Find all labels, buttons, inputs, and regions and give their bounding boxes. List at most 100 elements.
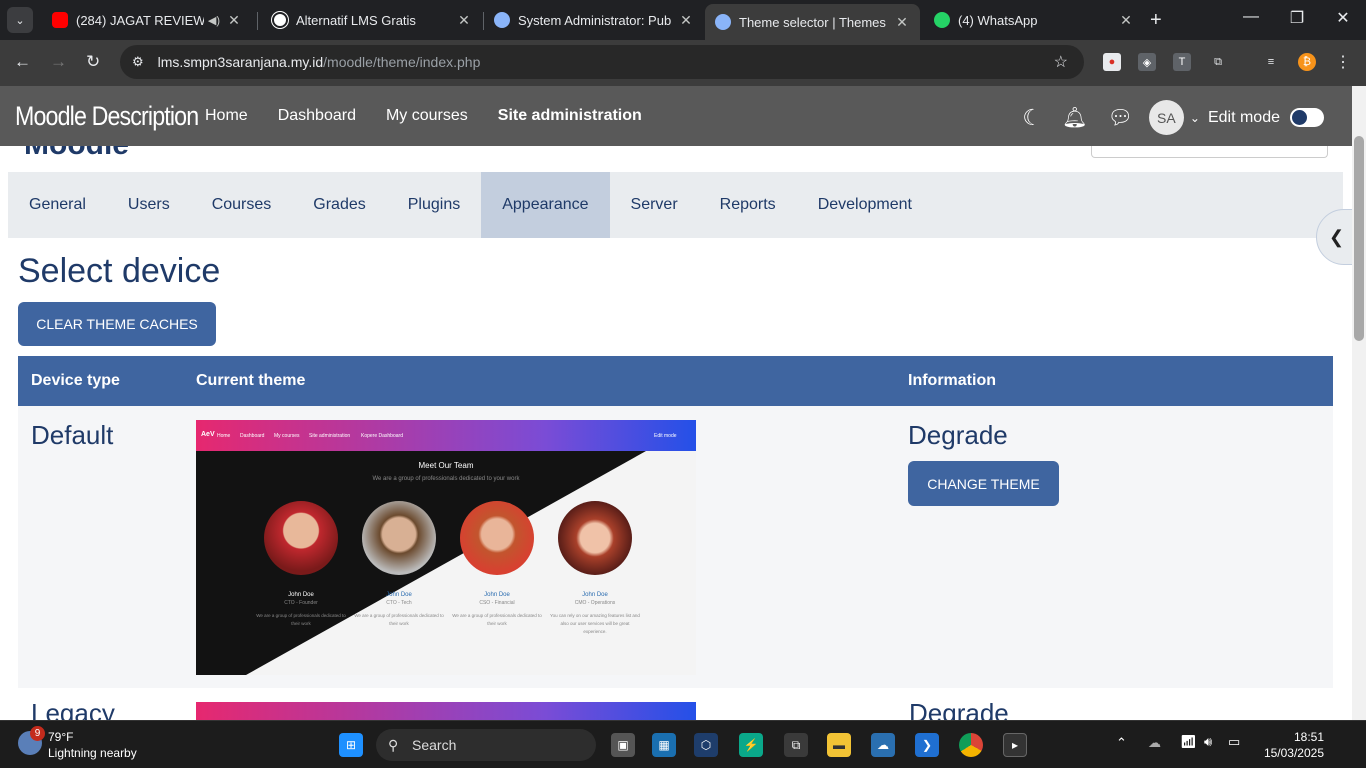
close-icon[interactable]: ✕ [894,14,910,31]
browser-toolbar: ← → ↻ ⚙ lms.smpn3saranjana.my.id/moodle/… [0,40,1366,86]
edit-mode-toggle[interactable] [1290,108,1324,127]
team-member-desc: You can rely on our amazing features lis… [550,613,640,634]
messages-icon[interactable]: 💬︎ [1108,105,1133,130]
volume-icon[interactable]: 🔊︎ [1204,734,1212,750]
page-scrollbar[interactable] [1352,86,1366,720]
moodle-navbar: Moodle Description Home Dashboard My cou… [0,86,1352,146]
thumb-nav-item: Site administration [309,433,351,439]
tab-title: Alternatif LMS Gratis [296,12,416,28]
tab-lms[interactable]: Alternatif LMS Gratis ✕ [262,4,482,36]
new-tab-button[interactable]: + [1150,9,1162,32]
admin-search-partial[interactable] [1091,146,1328,158]
thumb-logo: AeV [201,431,215,438]
cube-app-icon[interactable]: ⬡ [694,733,718,757]
tab-development[interactable]: Development [797,172,933,238]
speaker-icon[interactable]: ◀) [208,14,220,27]
back-icon[interactable]: ← [14,52,31,72]
bitcoin-extension-icon[interactable]: ₿ [1298,53,1316,71]
taskbar-search[interactable]: ⚲ Search [376,729,596,761]
clear-theme-caches-button[interactable]: CLEAR THEME CACHES [18,302,216,346]
chevron-down-icon[interactable]: ⌄ [1190,111,1200,125]
browser-menu-icon[interactable]: ⋮ [1334,53,1352,71]
openai-icon [272,12,288,28]
navbar-right: ☾ 🔔︎ 💬︎ SA ⌄ Edit mode [1022,100,1324,135]
cloud-app-icon[interactable]: ☁ [871,733,895,757]
nav-site-administration[interactable]: Site administration [498,107,642,125]
team-photo [460,501,534,575]
thumb-nav-item: Kopere Dashboard [361,433,403,439]
tab-theme-selector[interactable]: Theme selector | Themes | A ✕ [705,4,920,40]
battery-icon[interactable]: ▭ [1228,734,1240,750]
chevron-up-icon[interactable]: ⌃ [1116,735,1127,751]
url-host: lms.smpn3saranjana.my.id [157,54,324,70]
extension-t-icon[interactable]: T [1173,53,1191,71]
vscode-icon[interactable]: ❯ [915,733,939,757]
nav-home[interactable]: Home [205,107,248,125]
chrome-icon[interactable] [959,733,983,757]
browser-tab-strip: ⌄ (284) JAGAT REVIEW BER ◀) ✕ Alternatif… [0,0,1366,40]
tab-server[interactable]: Server [610,172,699,238]
extension-adblock-icon[interactable]: ● [1103,53,1121,71]
table-row: Default AeV Home Dashboard My courses Si… [18,406,1333,688]
bookmark-star-icon[interactable]: ☆ [1054,52,1068,72]
tab-general[interactable]: General [8,172,107,238]
start-windows-icon[interactable]: ⊞ [339,733,363,757]
dark-mode-moon-icon[interactable]: ☾ [1022,105,1042,131]
tab-title: Theme selector | Themes | A [739,14,888,30]
thumb-subheading: We are a group of professionals dedicate… [372,476,520,482]
close-icon[interactable]: ✕ [678,12,694,29]
windows-taskbar: 9 79°F Lightning nearby ⊞ ⚲ Search ▣ ▦ ⬡ ⚡… [0,720,1366,768]
bolt-app-icon[interactable]: ⚡ [739,733,763,757]
nav-dashboard[interactable]: Dashboard [278,107,356,125]
close-window-button[interactable]: ✕ [1320,8,1366,28]
notification-bell-icon[interactable]: 🔔︎ [1062,105,1087,130]
thumb-navbar: AeV Home Dashboard My courses Site admin… [196,420,696,451]
clock-time: 18:51 [1293,730,1324,744]
tab-whatsapp[interactable]: (4) WhatsApp ✕ [924,4,1144,36]
virtualbox-icon[interactable]: ▦ [652,733,676,757]
site-info-icon[interactable]: ⚙ [132,54,144,70]
theme-screenshot: AeV Home Dashboard My courses Site admin… [196,420,696,675]
site-brand[interactable]: Moodle Description [15,101,199,132]
file-explorer-icon[interactable]: ▬ [827,733,851,757]
terminal-icon[interactable]: ▸ [1003,733,1027,757]
weather-temp: 79°F [48,730,74,744]
address-bar[interactable]: ⚙ lms.smpn3saranjana.my.id/moodle/theme/… [120,45,1084,79]
close-icon[interactable]: ✕ [456,12,472,29]
restore-button[interactable]: ❐ [1274,8,1320,28]
page-content: Moodle General Users Courses Grades Plug… [0,146,1352,720]
tab-reports[interactable]: Reports [699,172,797,238]
tab-grades[interactable]: Grades [292,172,386,238]
system-clock[interactable]: 18:51 15/03/2025 [1264,729,1324,761]
extensions-puzzle-icon[interactable]: ⧉ [1209,53,1227,71]
tab-search-dropdown[interactable]: ⌄ [7,7,33,33]
minimize-button[interactable]: — [1228,8,1274,26]
url-text[interactable]: lms.smpn3saranjana.my.id/moodle/theme/in… [158,54,481,70]
team-member-role: CMO - Operations [574,600,616,606]
forward-icon[interactable]: → [50,52,67,72]
user-avatar[interactable]: SA [1148,100,1184,135]
tab-sysadmin[interactable]: System Administrator: Public ✕ [484,4,704,36]
nav-my-courses[interactable]: My courses [386,107,468,125]
change-theme-button[interactable]: CHANGE THEME [908,461,1059,506]
tab-courses[interactable]: Courses [191,172,293,238]
tab-users[interactable]: Users [107,172,191,238]
network-app-icon[interactable]: ⧉ [784,733,808,757]
tab-plugins[interactable]: Plugins [387,172,481,238]
close-icon[interactable]: ✕ [226,12,242,29]
extension-shield-icon[interactable]: ◈ [1138,53,1156,71]
tab-appearance[interactable]: Appearance [481,172,610,238]
tab-youtube[interactable]: (284) JAGAT REVIEW BER ◀) ✕ [42,4,252,36]
reload-icon[interactable]: ↻ [86,52,100,72]
task-view-icon[interactable]: ▣ [611,733,635,757]
scrollbar-thumb[interactable] [1354,136,1364,341]
table-header-row: Device type Current theme Information [18,356,1333,406]
wifi-icon[interactable]: 📶︎ [1180,734,1197,750]
weather-badge: 9 [30,726,45,741]
column-header: Current theme [183,356,895,406]
close-icon[interactable]: ✕ [1118,12,1134,29]
thumb-nav-item: My courses [274,433,300,439]
media-control-icon[interactable]: ≡ [1262,53,1280,71]
cloud-status-icon[interactable]: ☁ [1148,735,1161,751]
weather-widget[interactable]: 79°F Lightning nearby [48,729,137,761]
